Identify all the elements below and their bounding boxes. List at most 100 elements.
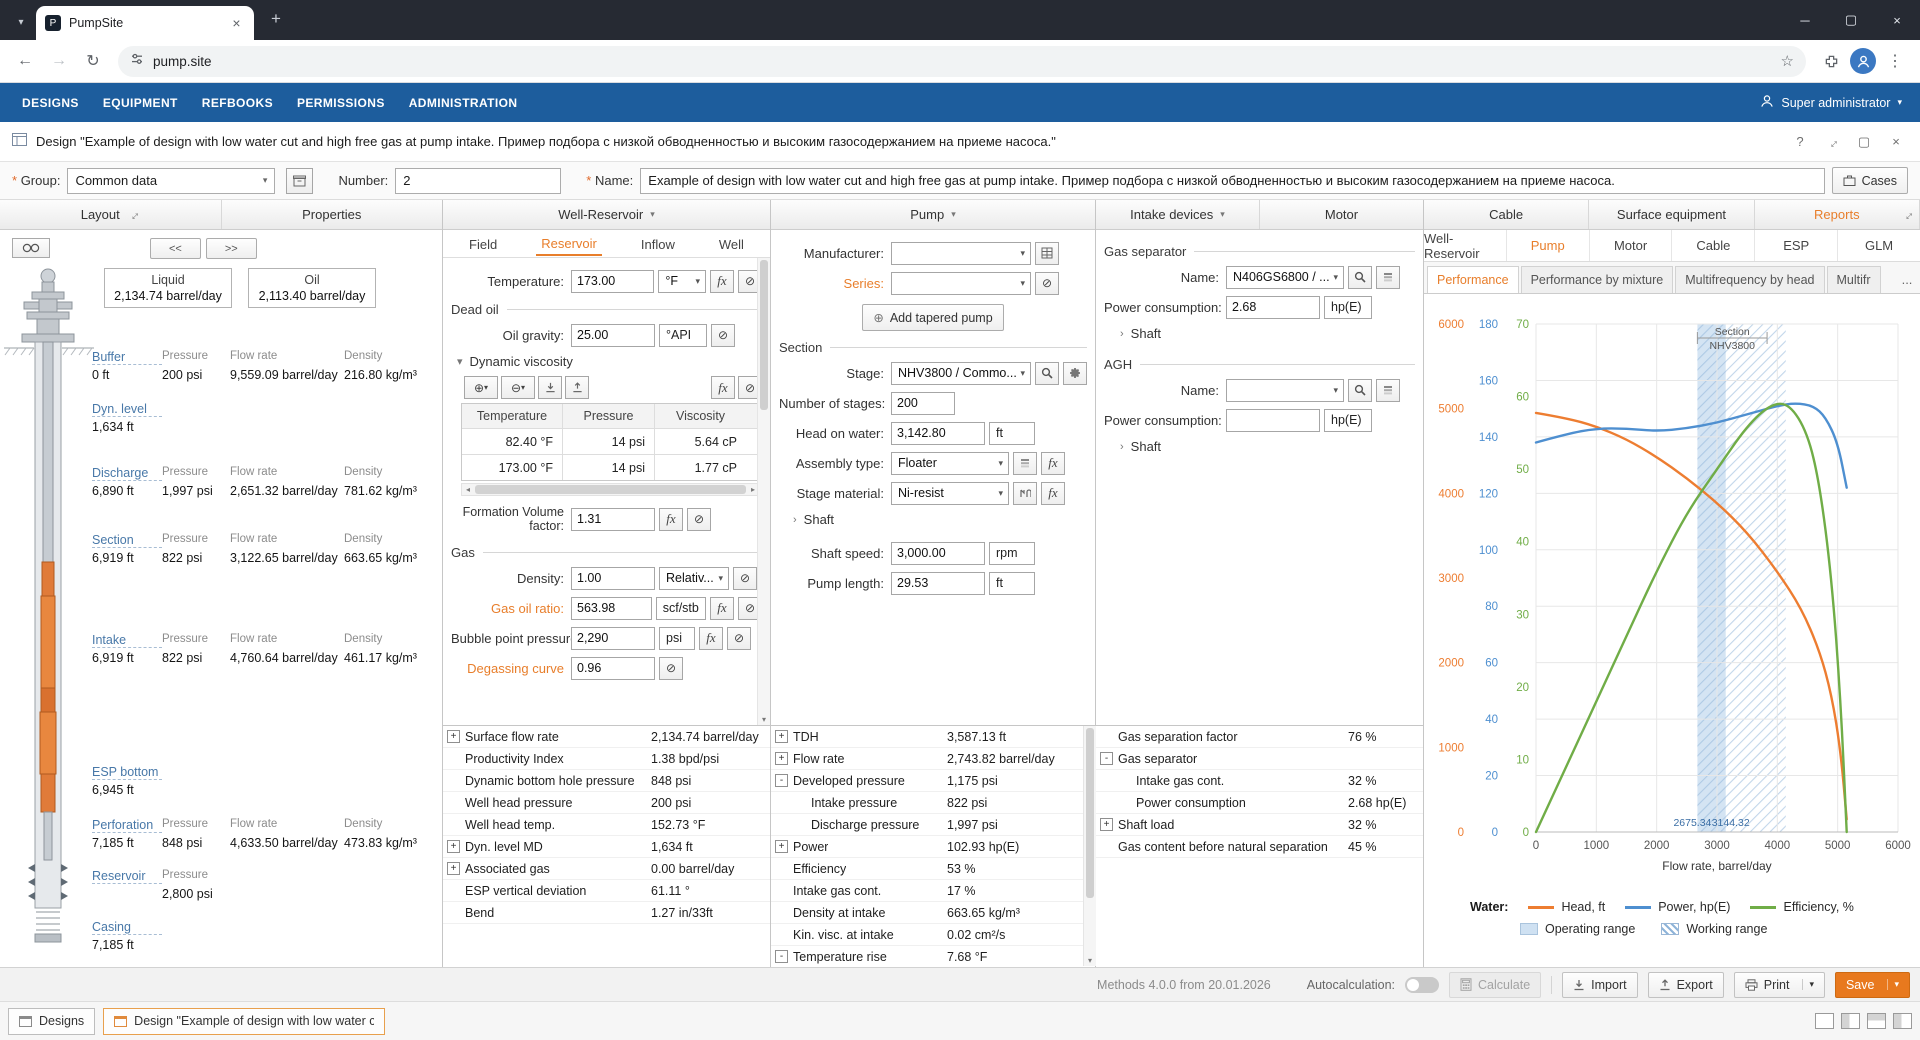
manufacturer-select[interactable]: ▾ (891, 241, 1031, 265)
oil-gravity-input[interactable] (571, 323, 655, 347)
scroll-left-icon[interactable]: ◂ (462, 484, 474, 495)
expand-icon[interactable]: + (447, 862, 460, 875)
user-menu[interactable]: Super administrator ▾ (1760, 94, 1910, 111)
autocalculation-toggle[interactable] (1405, 976, 1440, 993)
expand-icon[interactable]: + (775, 730, 788, 743)
panel-tab-properties[interactable]: Properties (222, 200, 443, 229)
catalog-layers-icon[interactable] (1376, 265, 1400, 289)
panel-tab-motor[interactable]: Motor (1260, 200, 1423, 229)
panel-tab-well-reservoir[interactable]: Well-Reservoir ▾ (443, 200, 770, 229)
grid-row[interactable]: + Surface flow rate 2,134.74 barrel/day (443, 726, 770, 748)
fx-button[interactable]: fx (659, 507, 683, 531)
layout-single-icon[interactable] (1815, 1013, 1834, 1029)
layout-point-name[interactable]: ESP bottom (92, 765, 162, 780)
fx-button[interactable]: fx (711, 376, 735, 399)
grid-row[interactable]: Kin. visc. at intake 0.02 cm²/s (771, 924, 1095, 946)
layout-point-name[interactable]: Perforation (92, 818, 162, 833)
unlink-icon[interactable]: ⊘ (727, 626, 751, 650)
layout-split-horizontal-icon[interactable] (1867, 1013, 1886, 1029)
save-dropdown-icon[interactable]: ▾ (1887, 979, 1899, 990)
assembly-type-select[interactable]: Floater ▾ (891, 451, 1009, 475)
extensions-icon[interactable] (1816, 46, 1846, 76)
agh-power-input[interactable] (1226, 408, 1320, 432)
viscosity-table-row[interactable]: 82.40 °F 14 psi 5.64 cP (462, 428, 759, 454)
grid-row[interactable]: - Temperature rise 7.68 °F (771, 946, 1095, 967)
series-select[interactable]: ▾ (891, 271, 1031, 295)
number-input[interactable] (395, 167, 562, 194)
unlink-icon[interactable]: ⊘ (711, 323, 735, 347)
catalog-grid-icon[interactable] (1035, 241, 1059, 265)
catalog-layers-icon[interactable] (1376, 378, 1400, 402)
gas-density-unit-select[interactable]: Relativ... ▾ (659, 566, 729, 590)
well-reservoir-tab-well[interactable]: Well (714, 232, 749, 255)
scroll-down-icon[interactable]: ▾ (758, 713, 770, 725)
window-minimize-button[interactable]: ─ (1782, 0, 1828, 40)
import-rows-icon[interactable] (538, 376, 562, 399)
window-maximize-button[interactable]: ▢ (1828, 0, 1874, 40)
grid-row[interactable]: Intake gas cont. 32 % (1096, 770, 1423, 792)
print-button[interactable]: Print ▾ (1733, 971, 1825, 998)
scroll-down-icon[interactable]: ▾ (1084, 954, 1096, 966)
group-select[interactable]: Common data ▾ (67, 167, 276, 194)
report-category-tab-cable[interactable]: Cable (1672, 230, 1756, 261)
grid-row[interactable]: Bend 1.27 in/33ft (443, 902, 770, 924)
panel-tab-layout[interactable]: Layout ↔ (0, 200, 222, 229)
report-category-tab-glm[interactable]: GLM (1838, 230, 1920, 261)
grid-row[interactable]: Intake gas cont. 17 % (771, 880, 1095, 902)
help-icon[interactable]: ? (1788, 130, 1812, 154)
site-info-icon[interactable] (130, 52, 144, 71)
designs-taskbar-button[interactable]: Designs (8, 1007, 96, 1035)
expand-icon[interactable]: + (447, 840, 460, 853)
calculate-button[interactable]: Calculate (1449, 971, 1542, 998)
fx-button[interactable]: fx (710, 596, 734, 620)
grid-row[interactable]: + Flow rate 2,743.82 barrel/day (771, 748, 1095, 770)
well-reservoir-tab-inflow[interactable]: Inflow (636, 232, 680, 255)
window-close-button[interactable]: × (1874, 0, 1920, 40)
search-icon[interactable] (1348, 378, 1372, 402)
grid-row[interactable]: Efficiency 53 % (771, 858, 1095, 880)
layout-point-name[interactable]: Section (92, 533, 162, 548)
well-reservoir-tab-field[interactable]: Field (464, 232, 502, 255)
fx-button[interactable]: fx (710, 269, 734, 293)
report-tab-multifrequency-by-head[interactable]: Multifrequency by head (1675, 266, 1825, 293)
add-row-button[interactable]: ⊕ ▾ (464, 376, 498, 399)
open-design-taskbar-button[interactable]: Design "Example of design with low water… (103, 1007, 386, 1035)
unlink-icon[interactable]: ⊘ (733, 566, 757, 590)
layout-grid-icon[interactable] (1893, 1013, 1912, 1029)
expand-icon[interactable]: + (447, 730, 460, 743)
report-tab-multifr[interactable]: Multifr (1826, 266, 1881, 293)
viscosity-table-row[interactable]: 173.00 °F 14 psi 1.77 cP (462, 454, 759, 480)
nav-back-button[interactable]: << (150, 238, 201, 259)
nav-item-designs[interactable]: DESIGNS (10, 83, 91, 122)
close-design-icon[interactable]: × (1884, 130, 1908, 154)
dynamic-viscosity-collapser[interactable]: ▾ Dynamic viscosity (457, 354, 762, 369)
fx-button[interactable]: fx (699, 626, 723, 650)
stage-material-select[interactable]: Ni-resist ▾ (891, 481, 1009, 505)
fx-button[interactable]: fx (1041, 481, 1065, 505)
layout-point-name[interactable]: Casing (92, 920, 162, 935)
shaft-speed-input[interactable] (891, 541, 985, 565)
grid-row[interactable]: Dynamic bottom hole pressure 848 psi (443, 770, 770, 792)
schematic-view-icon[interactable] (12, 238, 50, 258)
grid-row[interactable]: Intake pressure 822 psi (771, 792, 1095, 814)
viscosity-table[interactable]: Temperature Pressure Viscosity 82.40 °F 14 p… (461, 403, 760, 481)
new-tab-button[interactable]: + (263, 7, 289, 33)
agh-name-select[interactable]: ▾ (1226, 378, 1344, 402)
grid-row[interactable]: + Dyn. level MD 1,634 ft (443, 836, 770, 858)
browser-tab[interactable]: P PumpSite × (36, 6, 254, 40)
expand-icon[interactable]: + (775, 840, 788, 853)
expand-diagonal-icon[interactable]: ↔ (123, 205, 143, 225)
browser-menu-icon[interactable]: ⋮ (1880, 46, 1910, 76)
grid-row[interactable]: Gas separation factor 76 % (1096, 726, 1423, 748)
panel-tab-intake-devices[interactable]: Intake devices ▾ (1096, 200, 1260, 229)
collapse-icon[interactable]: - (775, 774, 788, 787)
layout-point-name[interactable]: Buffer (92, 350, 162, 365)
gas-density-input[interactable] (571, 566, 655, 590)
gas-separator-shaft-collapser[interactable]: › Shaft (1120, 326, 1415, 341)
nav-item-equipment[interactable]: EQUIPMENT (91, 83, 190, 122)
pump-length-input[interactable] (891, 571, 985, 595)
gas-separator-name-select[interactable]: N406GS6800 / ... ▾ (1226, 265, 1344, 289)
name-input[interactable] (640, 167, 1825, 194)
nav-item-permissions[interactable]: PERMISSIONS (285, 83, 397, 122)
fx-button[interactable]: fx (1041, 451, 1065, 475)
